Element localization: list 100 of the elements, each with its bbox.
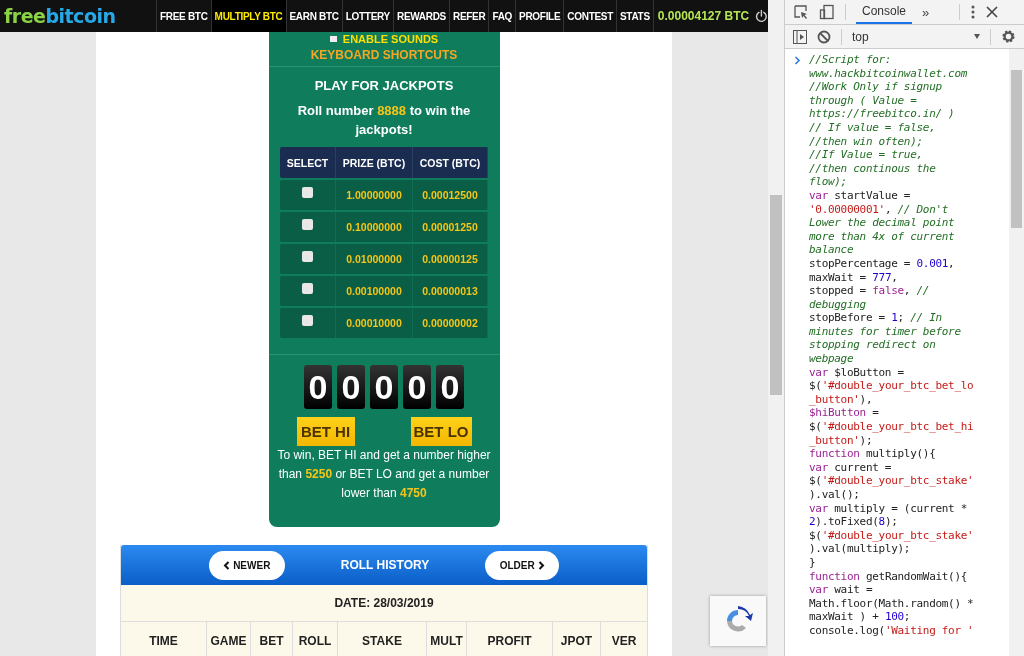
roll-digit: 0 xyxy=(403,365,431,409)
nav-link[interactable]: MULTIPLY BTC xyxy=(210,0,286,32)
code-line: webpage xyxy=(809,352,855,366)
inspect-icon[interactable] xyxy=(793,4,809,20)
code-line: var wait = xyxy=(809,583,874,597)
code-line: $('#double_your_btc_bet_lo xyxy=(809,379,975,393)
table-header-cell-text: VER xyxy=(610,632,638,650)
code-line: var multiply = (current * xyxy=(809,501,969,516)
page-scrollbar[interactable] xyxy=(768,0,784,656)
history-title: ROLL HISTORY xyxy=(340,558,430,572)
code-line: stopping redirect on xyxy=(809,338,937,353)
table-header-cell: MULT xyxy=(427,622,467,656)
code-line: var $loButton = xyxy=(809,365,905,380)
table-header-cell: BET xyxy=(251,622,293,656)
table-cell: 0.00000125 xyxy=(413,244,488,274)
table-cell: 0.00100000 xyxy=(336,276,413,306)
code-line: _button'); xyxy=(809,433,874,448)
code-line: Lower the decimal point xyxy=(809,216,956,230)
sounds-label[interactable]: ENABLE SOUNDS xyxy=(342,34,439,44)
settings-icon[interactable] xyxy=(1001,29,1016,44)
code-line: 2).toFixed(8); xyxy=(809,515,899,529)
code-line: balance xyxy=(809,243,855,257)
code-line: ).val(); xyxy=(809,488,861,502)
code-line: stopPercentage = 0.001, xyxy=(809,256,956,271)
jackpot-text: Roll number 8888 to win the jackpots! xyxy=(296,102,472,139)
checkbox[interactable] xyxy=(302,219,313,230)
table-cell: 0.00012500 xyxy=(413,180,488,210)
code-line: function multiply(){ xyxy=(809,447,937,461)
clear-console-icon[interactable] xyxy=(817,29,831,44)
close-icon[interactable] xyxy=(986,6,999,18)
code-line: // If value = false, xyxy=(809,120,937,135)
history-date: DATE: 28/03/2019 xyxy=(121,585,647,622)
code-line: var startValue = xyxy=(809,188,912,203)
code-line: www.hackbitcoinwallet.com xyxy=(809,66,969,81)
newer-button[interactable]: NEWER xyxy=(208,550,285,580)
sidebar-icon[interactable] xyxy=(793,29,807,44)
code-line: minutes for timer before xyxy=(809,324,962,339)
rule-text: To win, BET HI and get a number higher than 5250 or BET LO and get a number lower than 4750 xyxy=(276,447,492,502)
table-cell: 0.00000013 xyxy=(413,276,488,306)
code-line: var current = xyxy=(809,460,893,475)
table-header-cell: ROLL xyxy=(293,622,338,656)
prompt-icon xyxy=(794,56,801,65)
code-line: flow); xyxy=(809,175,848,189)
chevron-left-icon xyxy=(223,560,231,570)
code-line: $hiButton = xyxy=(809,406,880,421)
table-header-cell: PROFIT xyxy=(467,622,553,656)
code-line: $('#double_your_btc_stake' xyxy=(809,528,975,543)
table-header-cell: PRIZE (BTC) xyxy=(336,147,413,178)
code-line: } xyxy=(809,555,817,570)
code-line: //then continous the xyxy=(809,161,937,176)
table-cell: 1.00000000 xyxy=(336,180,413,210)
older-button[interactable]: OLDER xyxy=(485,550,560,580)
code-line: //then win often); xyxy=(809,134,924,149)
code-line: $('#double_your_btc_stake' xyxy=(809,474,975,488)
checkbox[interactable] xyxy=(302,251,313,262)
code-line: through ( Value = xyxy=(809,93,918,108)
roll-digit: 0 xyxy=(337,365,365,409)
console-scrollbar[interactable] xyxy=(1009,49,1024,656)
power-icon[interactable] xyxy=(755,8,768,24)
more-tabs-button[interactable]: » xyxy=(922,4,930,20)
table-cell: 0.00010000 xyxy=(336,308,413,338)
code-line: maxWait = 777, xyxy=(809,270,899,285)
code-line: stopped = false, // xyxy=(809,284,931,298)
bet-button[interactable]: BET HI xyxy=(296,417,355,446)
bet-button[interactable]: BET LO xyxy=(410,417,472,446)
table-header-cell: COST (BTC) xyxy=(413,147,488,178)
roll-digit: 0 xyxy=(304,365,332,409)
table-cell: 0.00000002 xyxy=(413,308,488,338)
code-line: //If Value = true, xyxy=(809,148,924,162)
code-line: console.log('Waiting for ' xyxy=(809,623,975,638)
code-line: Math.floor(Math.random() * xyxy=(809,596,975,611)
table-header-cell: STAKE xyxy=(338,622,427,656)
code-line: $('#double_your_btc_bet_hi xyxy=(809,420,975,434)
table-cell: 0.00001250 xyxy=(413,212,488,242)
table-cell: 0.10000000 xyxy=(336,212,413,242)
roll-digit: 0 xyxy=(436,365,464,409)
code-line: ).val(multiply); xyxy=(809,542,912,556)
checkbox[interactable] xyxy=(329,36,337,42)
code-line: //Work Only if signup xyxy=(809,80,943,94)
table-header-cell: SELECT xyxy=(280,147,336,178)
dropdown-caret-icon[interactable] xyxy=(974,34,980,39)
roll-digit: 0 xyxy=(370,365,398,409)
chevron-right-icon xyxy=(537,560,545,570)
recaptcha-badge[interactable] xyxy=(710,596,766,646)
checkbox[interactable] xyxy=(302,315,313,326)
code-line: stopBefore = 1; // In xyxy=(809,311,943,325)
checkbox[interactable] xyxy=(302,283,313,294)
code-line: //Script for: xyxy=(809,53,893,67)
table-header-cell: GAME xyxy=(207,622,251,656)
code-line: _button'), xyxy=(809,392,874,407)
code-line: '0.00000001', // Don't xyxy=(809,202,950,217)
code-line: more than 4x of current xyxy=(809,229,956,244)
site-logo[interactable]: freebitcoin xyxy=(0,5,156,27)
table-cell: 0.01000000 xyxy=(336,244,413,274)
kebab-menu-icon[interactable] xyxy=(970,4,977,20)
checkbox[interactable] xyxy=(302,187,313,198)
code-line: function getRandomWait(){ xyxy=(809,569,969,584)
device-icon[interactable] xyxy=(819,4,835,20)
table-header-cell: TIME xyxy=(121,622,207,656)
code-line: debugging xyxy=(809,297,867,312)
